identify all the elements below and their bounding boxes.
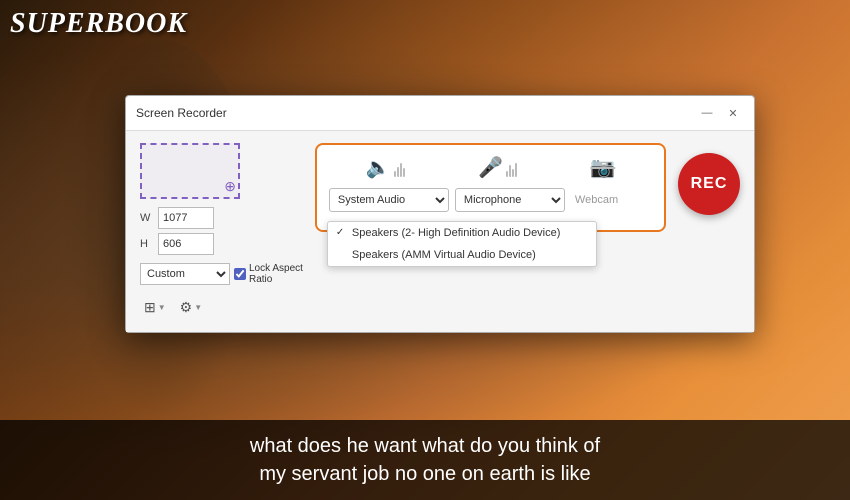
width-input[interactable] [158, 207, 214, 229]
capture-mode-arrow: ▼ [158, 303, 166, 312]
speaker-icon: 🔈 [366, 155, 391, 180]
capture-mode-icon: ⊞ [144, 299, 156, 316]
settings-icon: ⚙ [180, 299, 193, 316]
lock-ratio-text: Lock AspectRatio [249, 263, 303, 285]
bar3 [400, 163, 402, 177]
settings-button[interactable]: ⚙ ▼ [176, 297, 206, 318]
close-button[interactable]: ✕ [722, 102, 744, 124]
subtitle-line2: my servant job no one on earth is like [259, 463, 590, 485]
width-label: W [140, 212, 154, 224]
dimensions-row: W H [140, 207, 303, 255]
dialog-body: ⊕ W H Custom Lock AspectRatio [126, 131, 754, 332]
bottom-icons: ⊞ ▼ ⚙ ▼ [140, 297, 303, 318]
webcam-label: Webcam [571, 188, 622, 212]
dropdown-item-1[interactable]: Speakers (AMM Virtual Audio Device) [328, 244, 596, 266]
capture-mode-button[interactable]: ⊞ ▼ [140, 297, 170, 318]
mbar3 [512, 169, 514, 177]
av-panel: 🔈 🎤 [315, 143, 666, 232]
height-row: H [140, 233, 303, 255]
app-logo: SUPERBOOK [10, 8, 187, 39]
av-controls-row: System Audio Microphone Webcam [329, 188, 652, 212]
rec-label: REC [691, 175, 728, 193]
bar2 [397, 167, 399, 177]
dialog-title: Screen Recorder [136, 106, 227, 120]
rec-button[interactable]: REC [678, 153, 740, 215]
preset-select[interactable]: Custom [140, 263, 230, 285]
mic-bars [506, 159, 517, 177]
lock-ratio-checkbox[interactable] [234, 268, 246, 280]
mbar2 [509, 165, 511, 177]
microphone-icon: 🎤 [478, 155, 503, 180]
subtitle-line1: what does he want what do you think of [250, 435, 600, 457]
webcam-icon: 📷 [590, 155, 615, 180]
mbar4 [515, 163, 517, 177]
logo-area: SUPERBOOK [10, 8, 187, 40]
system-audio-select[interactable]: System Audio [329, 188, 449, 212]
dialog-titlebar: Screen Recorder — ✕ [126, 96, 754, 131]
av-icons-row: 🔈 🎤 [329, 155, 652, 180]
height-label: H [140, 238, 154, 250]
width-row: W [140, 207, 303, 229]
bar4 [403, 168, 405, 177]
speaker-group: 🔈 [366, 155, 405, 180]
capture-preview: ⊕ [140, 143, 240, 199]
bar1 [394, 171, 396, 177]
subtitle-text: what does he want what do you think of m… [20, 432, 830, 488]
minimize-button[interactable]: — [696, 102, 718, 124]
titlebar-buttons: — ✕ [696, 102, 744, 124]
mic-group: 🎤 [478, 155, 517, 180]
dropdown-item-0[interactable]: Speakers (2- High Definition Audio Devic… [328, 222, 596, 244]
settings-arrow: ▼ [194, 303, 202, 312]
mbar1 [506, 171, 508, 177]
preset-row: Custom Lock AspectRatio [140, 263, 303, 285]
speaker-bars [394, 159, 405, 177]
capture-panel: ⊕ W H Custom Lock AspectRatio [140, 143, 303, 318]
crosshair-icon: ⊕ [224, 178, 236, 195]
webcam-group: 📷 [590, 155, 615, 180]
lock-ratio-label: Lock AspectRatio [234, 263, 303, 285]
subtitle-bar: what does he want what do you think of m… [0, 420, 850, 500]
audio-dropdown-list: Speakers (2- High Definition Audio Devic… [327, 221, 597, 267]
height-input[interactable] [158, 233, 214, 255]
microphone-select[interactable]: Microphone [455, 188, 565, 212]
screen-recorder-dialog: Screen Recorder — ✕ ⊕ W H [125, 95, 755, 333]
